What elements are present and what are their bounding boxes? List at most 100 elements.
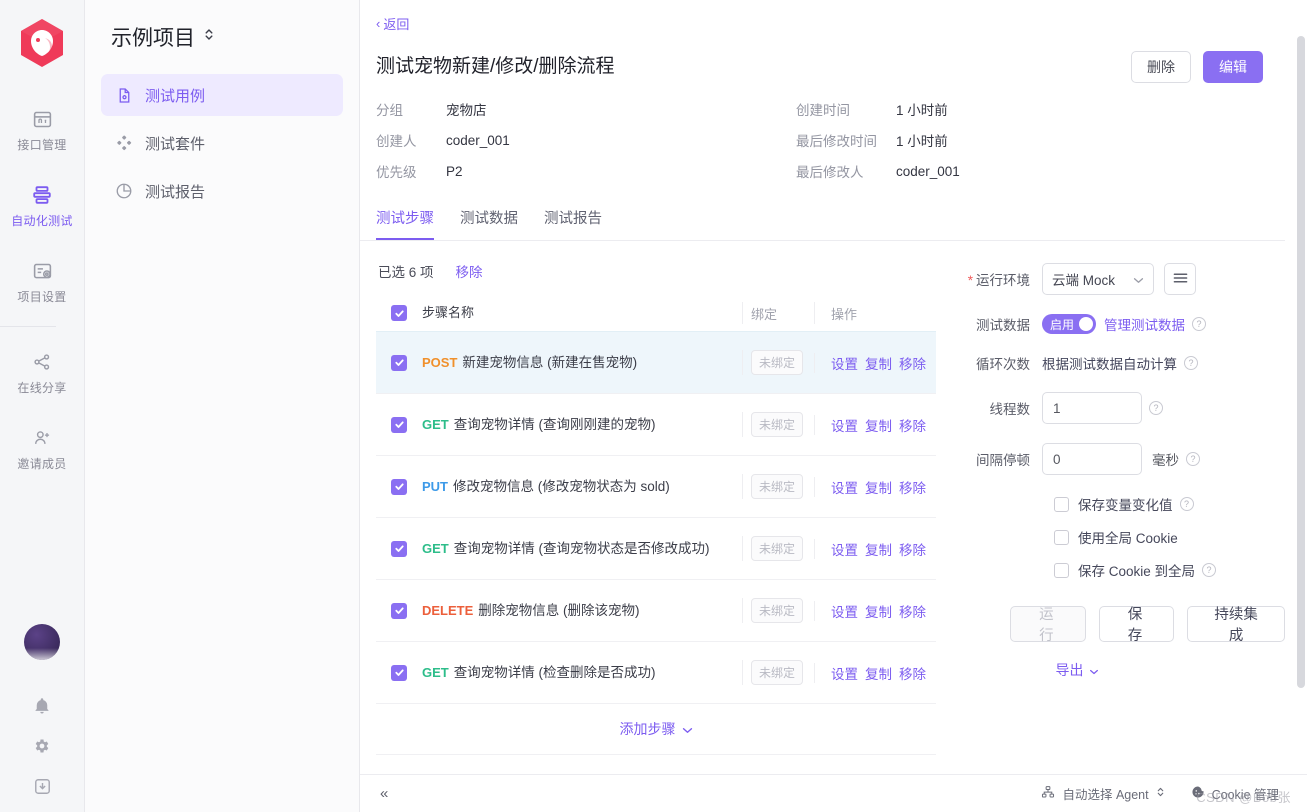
bind-status-tag[interactable]: 未绑定 — [751, 536, 803, 561]
row-checkbox[interactable] — [391, 355, 407, 371]
meta-key: 创建人 — [376, 130, 432, 150]
bind-status-tag[interactable]: 未绑定 — [751, 660, 803, 685]
main-scroll-area: ‹ 返回 测试宠物新建/修改/删除流程 删除 编辑 分组 宠物店 创建人 — [360, 0, 1307, 774]
manage-testdata-link[interactable]: 管理测试数据 — [1104, 314, 1185, 334]
op-settings-link[interactable]: 设置 — [831, 601, 858, 621]
op-copy-link[interactable]: 复制 — [865, 415, 892, 435]
vertical-scrollbar-thumb[interactable] — [1297, 36, 1305, 688]
use-global-cookie-checkbox[interactable] — [1054, 530, 1069, 545]
cookie-manager[interactable]: Cookie 管理 — [1191, 784, 1279, 803]
download-icon[interactable] — [32, 776, 52, 796]
help-icon[interactable]: ? — [1202, 563, 1216, 577]
bind-status-tag[interactable]: 未绑定 — [751, 412, 803, 437]
row-checkbox[interactable] — [391, 665, 407, 681]
help-icon[interactable]: ? — [1149, 401, 1163, 415]
add-step-button[interactable]: 添加步骤 — [376, 703, 936, 755]
op-settings-link[interactable]: 设置 — [831, 353, 858, 373]
op-remove-link[interactable]: 移除 — [899, 601, 926, 621]
op-remove-link[interactable]: 移除 — [899, 663, 926, 683]
rail-item-api-manage[interactable]: 接口管理 — [0, 98, 84, 162]
op-copy-link[interactable]: 复制 — [865, 353, 892, 373]
gear-icon[interactable] — [32, 736, 52, 756]
table-row[interactable]: DELETE 删除宠物信息 (删除该宠物) 未绑定 设置 复制 移除 — [376, 579, 936, 641]
sidebar-item-test-case[interactable]: 测试用例 — [101, 74, 343, 116]
bulk-remove-link[interactable]: 移除 — [456, 261, 483, 281]
table-row[interactable]: GET查询宠物详情 (检查删除是否成功) 未绑定 设置 复制 移除 — [376, 641, 936, 703]
row-select-cell — [376, 603, 422, 619]
sidebar-item-test-report[interactable]: 测试报告 — [101, 170, 343, 212]
bind-cell: 未绑定 — [742, 660, 814, 685]
bind-status-tag[interactable]: 未绑定 — [751, 598, 803, 623]
ci-button[interactable]: 持续集成 — [1187, 606, 1285, 642]
step-name: 删除宠物信息 (删除该宠物) — [478, 603, 639, 618]
table-row[interactable]: GET查询宠物详情 (查询宠物状态是否修改成功) 未绑定 设置 复制 移除 — [376, 517, 936, 579]
save-cookie-global-checkbox[interactable] — [1054, 563, 1069, 578]
table-row[interactable]: POST新建宠物信息 (新建在售宠物) 未绑定 设置 复制 移除 — [376, 331, 936, 393]
op-remove-link[interactable]: 移除 — [899, 477, 926, 497]
save-variables-checkbox[interactable] — [1054, 497, 1069, 512]
loop-value: 根据测试数据自动计算 — [1042, 353, 1177, 373]
row-checkbox[interactable] — [391, 603, 407, 619]
app-logo[interactable] — [19, 18, 65, 68]
delete-button[interactable]: 删除 — [1131, 51, 1191, 83]
method-badge: DELETE — [422, 603, 473, 618]
tab-test-data[interactable]: 测试数据 — [460, 207, 518, 240]
project-selector[interactable]: 示例项目 — [101, 0, 343, 70]
rail-item-project-settings[interactable]: 项目设置 — [0, 250, 84, 314]
rail-item-share[interactable]: 在线分享 — [0, 341, 84, 405]
row-checkbox[interactable] — [391, 479, 407, 495]
edit-button[interactable]: 编辑 — [1203, 51, 1263, 83]
op-copy-link[interactable]: 复制 — [865, 601, 892, 621]
help-icon[interactable]: ? — [1192, 317, 1206, 331]
env-menu-button[interactable] — [1164, 263, 1196, 295]
chevron-down-icon — [682, 721, 693, 737]
cookie-icon — [1191, 785, 1205, 802]
bind-status-tag[interactable]: 未绑定 — [751, 350, 803, 375]
bind-status-tag[interactable]: 未绑定 — [751, 474, 803, 499]
op-copy-link[interactable]: 复制 — [865, 663, 892, 683]
meta-key: 分组 — [376, 99, 432, 119]
testdata-toggle[interactable]: 启用 — [1042, 314, 1096, 334]
select-all-checkbox[interactable] — [391, 305, 407, 321]
automation-test-icon — [30, 183, 54, 207]
table-row[interactable]: GET查询宠物详情 (查询刚刚建的宠物) 未绑定 设置 复制 移除 — [376, 393, 936, 455]
help-icon[interactable]: ? — [1184, 356, 1198, 370]
op-remove-link[interactable]: 移除 — [899, 415, 926, 435]
save-button[interactable]: 保存 — [1099, 606, 1175, 642]
config-row-testdata: 测试数据 启用 管理测试数据 ? — [962, 314, 1285, 334]
vertical-scrollbar[interactable] — [1295, 0, 1307, 774]
interval-input[interactable] — [1042, 443, 1142, 475]
run-button[interactable]: 运行 — [1010, 606, 1086, 642]
op-remove-link[interactable]: 移除 — [899, 353, 926, 373]
collapse-left-icon[interactable]: « — [380, 785, 388, 802]
avatar[interactable] — [24, 624, 60, 660]
op-settings-link[interactable]: 设置 — [831, 539, 858, 559]
op-settings-link[interactable]: 设置 — [831, 415, 858, 435]
op-settings-link[interactable]: 设置 — [831, 477, 858, 497]
chevron-down-icon — [1133, 272, 1144, 287]
help-icon[interactable]: ? — [1180, 497, 1194, 511]
op-copy-link[interactable]: 复制 — [865, 539, 892, 559]
op-copy-link[interactable]: 复制 — [865, 477, 892, 497]
tab-test-steps[interactable]: 测试步骤 — [376, 207, 434, 240]
table-row[interactable]: PUT修改宠物信息 (修改宠物状态为 sold) 未绑定 设置 复制 移除 — [376, 455, 936, 517]
rail-item-automation-test[interactable]: 自动化测试 — [0, 174, 84, 238]
help-icon[interactable]: ? — [1186, 452, 1200, 466]
back-link[interactable]: ‹ 返回 — [360, 0, 409, 33]
env-select[interactable]: 云端 Mock — [1042, 263, 1154, 295]
checkbox-row-save-variables: 保存变量变化值 ? — [962, 494, 1285, 514]
test-suite-icon — [115, 134, 133, 152]
tab-test-report[interactable]: 测试报告 — [544, 207, 602, 240]
export-button[interactable]: 导出 — [962, 660, 1144, 680]
agent-selector[interactable]: 自动选择 Agent — [1041, 784, 1164, 803]
sidebar-item-test-suite[interactable]: 测试套件 — [101, 122, 343, 164]
row-checkbox[interactable] — [391, 541, 407, 557]
op-settings-link[interactable]: 设置 — [831, 663, 858, 683]
loop-label: 循环次数 — [962, 353, 1042, 373]
op-remove-link[interactable]: 移除 — [899, 539, 926, 559]
rail-item-invite-member[interactable]: 邀请成员 — [0, 417, 84, 481]
thread-count-input[interactable] — [1042, 392, 1142, 424]
row-checkbox[interactable] — [391, 417, 407, 433]
icon-rail: 接口管理 自动化测试 — [0, 0, 85, 812]
bell-icon[interactable] — [32, 696, 52, 716]
